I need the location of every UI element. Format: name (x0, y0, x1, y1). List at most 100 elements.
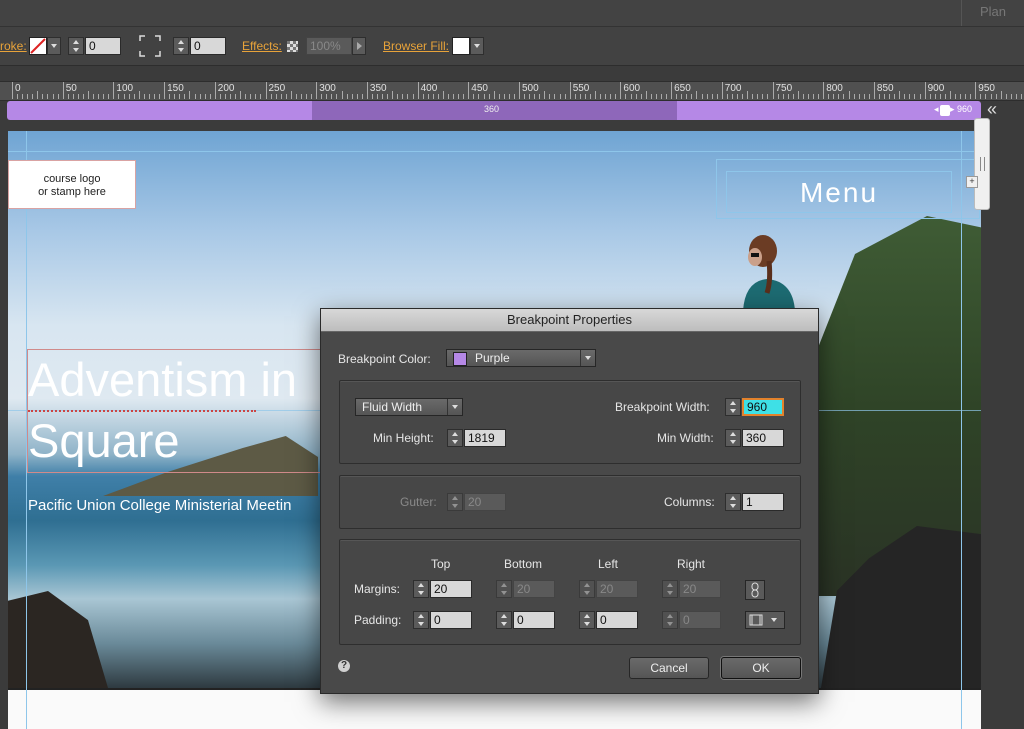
chevron-down-icon (447, 399, 462, 415)
opacity-slider-arrow-icon[interactable] (352, 37, 366, 55)
min-height-stepper[interactable] (447, 429, 463, 447)
canvas-resize-handle[interactable] (974, 118, 990, 210)
ruler-tick (721, 82, 723, 99)
ruler-minor-tick (47, 94, 49, 99)
ruler-minor-tick (564, 94, 566, 99)
opacity-icon (287, 41, 298, 52)
margin-right-field[interactable]: 20 (679, 580, 721, 598)
browser-fill-swatch[interactable] (452, 37, 470, 55)
ruler-minor-tick (285, 94, 287, 99)
breakpoint-color-dropdown[interactable]: Purple (446, 349, 596, 367)
width-mode-value: Fluid Width (362, 400, 423, 414)
logo-text-line2: or stamp here (38, 186, 106, 198)
ruler-tick (265, 82, 267, 99)
breakpoint-width-stepper[interactable] (725, 398, 741, 416)
ruler-minor-tick (331, 94, 333, 99)
ruler-minor-tick (498, 94, 500, 99)
ruler-tick (62, 82, 64, 99)
ruler-label: 650 (674, 83, 691, 94)
corner-radius-stepper[interactable] (173, 37, 189, 55)
ruler-minor-tick (235, 94, 237, 99)
browser-fill-dropdown-arrow[interactable] (470, 37, 484, 55)
margin-left-stepper[interactable] (579, 580, 595, 598)
plan-mode-tab[interactable]: Plan (961, 0, 1024, 26)
ruler-tick (671, 82, 673, 99)
ruler-minor-tick (508, 94, 510, 99)
ruler-tick (12, 82, 13, 99)
margin-left-field[interactable]: 20 (596, 580, 638, 598)
ruler-minor-tick (153, 94, 155, 99)
link-margins-icon[interactable] (745, 580, 765, 600)
ruler-label: 950 (978, 83, 995, 94)
min-width-label: Min Width: (657, 431, 714, 445)
margin-bottom-stepper[interactable] (496, 580, 512, 598)
ruler-minor-tick (179, 94, 181, 99)
ruler-minor-tick (52, 94, 54, 99)
browser-fill-label[interactable]: Browser Fill: (383, 27, 449, 65)
columns-stepper[interactable] (725, 493, 741, 511)
ruler-minor-tick (478, 94, 480, 99)
gutter-field[interactable]: 20 (464, 493, 506, 511)
padding-options-dropdown[interactable] (745, 611, 785, 629)
columns-field[interactable]: 1 (742, 493, 784, 511)
ruler-minor-tick (458, 94, 460, 99)
add-element-plus-icon[interactable]: + (966, 176, 978, 188)
padding-left-stepper[interactable] (579, 611, 595, 629)
ruler-minor-tick (610, 94, 612, 99)
stroke-label[interactable]: roke: (0, 27, 27, 65)
breakpoint-handle-arrows-icon[interactable]: ◂ (934, 104, 939, 115)
ok-button[interactable]: OK (721, 657, 801, 679)
headline-line-1: Adventism in (28, 353, 298, 406)
ruler-minor-tick (311, 94, 313, 99)
ruler-minor-tick (534, 94, 536, 99)
color-swatch (453, 352, 467, 366)
collapse-panel-icon[interactable]: « (987, 99, 997, 120)
padding-top-field[interactable]: 0 (430, 611, 472, 629)
corner-radius-field[interactable]: 0 (190, 37, 226, 55)
menu-button[interactable]: Menu (726, 171, 952, 213)
breakpoint-handle[interactable] (940, 105, 950, 116)
effects-label[interactable]: Effects: (242, 27, 282, 65)
gutter-stepper[interactable] (447, 493, 463, 511)
ruler-label: 150 (167, 83, 184, 94)
ruler-minor-tick (82, 94, 84, 99)
margin-top-field[interactable]: 20 (430, 580, 472, 598)
ruler-minor-tick (280, 94, 282, 99)
spellcheck-underline (28, 407, 256, 412)
stroke-width-field[interactable]: 0 (85, 37, 121, 55)
ruler-minor-tick (321, 94, 323, 99)
ruler-label: 550 (572, 83, 590, 94)
ruler-minor-tick (691, 94, 693, 99)
ruler-minor-tick (939, 94, 941, 99)
min-width-field[interactable]: 360 (742, 429, 784, 447)
ruler-minor-tick (833, 94, 835, 99)
padding-left-field[interactable]: 0 (596, 611, 638, 629)
ruler-label: 600 (623, 83, 641, 94)
ruler-minor-tick (584, 94, 586, 99)
stroke-color-swatch[interactable] (29, 37, 47, 55)
cancel-button[interactable]: Cancel (629, 657, 709, 679)
help-icon[interactable]: ? (338, 660, 350, 672)
column-header-top: Top (431, 557, 451, 571)
margin-top-stepper[interactable] (413, 580, 429, 598)
ruler-minor-tick (57, 94, 59, 99)
padding-bottom-field[interactable]: 0 (513, 611, 555, 629)
ruler-tick (417, 82, 419, 99)
stroke-dropdown-arrow[interactable] (47, 37, 61, 55)
margin-right-stepper[interactable] (662, 580, 678, 598)
padding-top-stepper[interactable] (413, 611, 429, 629)
padding-bottom-stepper[interactable] (496, 611, 512, 629)
padding-right-field[interactable]: 0 (679, 611, 721, 629)
logo-text-line1: course logo (43, 173, 101, 185)
opacity-field[interactable]: 100% (306, 37, 352, 55)
stroke-width-stepper[interactable] (68, 37, 84, 55)
width-mode-dropdown[interactable]: Fluid Width (355, 398, 463, 416)
min-width-stepper[interactable] (725, 429, 741, 447)
margin-bottom-field[interactable]: 20 (513, 580, 555, 598)
breakpoint-width-field[interactable]: 960 (742, 398, 784, 416)
breakpoint-bar[interactable]: 360 ◂ ▸ 960 (7, 101, 981, 120)
min-height-field[interactable]: 1819 (464, 429, 506, 447)
ruler-minor-tick (189, 91, 191, 99)
padding-right-stepper[interactable] (662, 611, 678, 629)
course-logo-placeholder[interactable]: course logo or stamp here (8, 160, 136, 209)
